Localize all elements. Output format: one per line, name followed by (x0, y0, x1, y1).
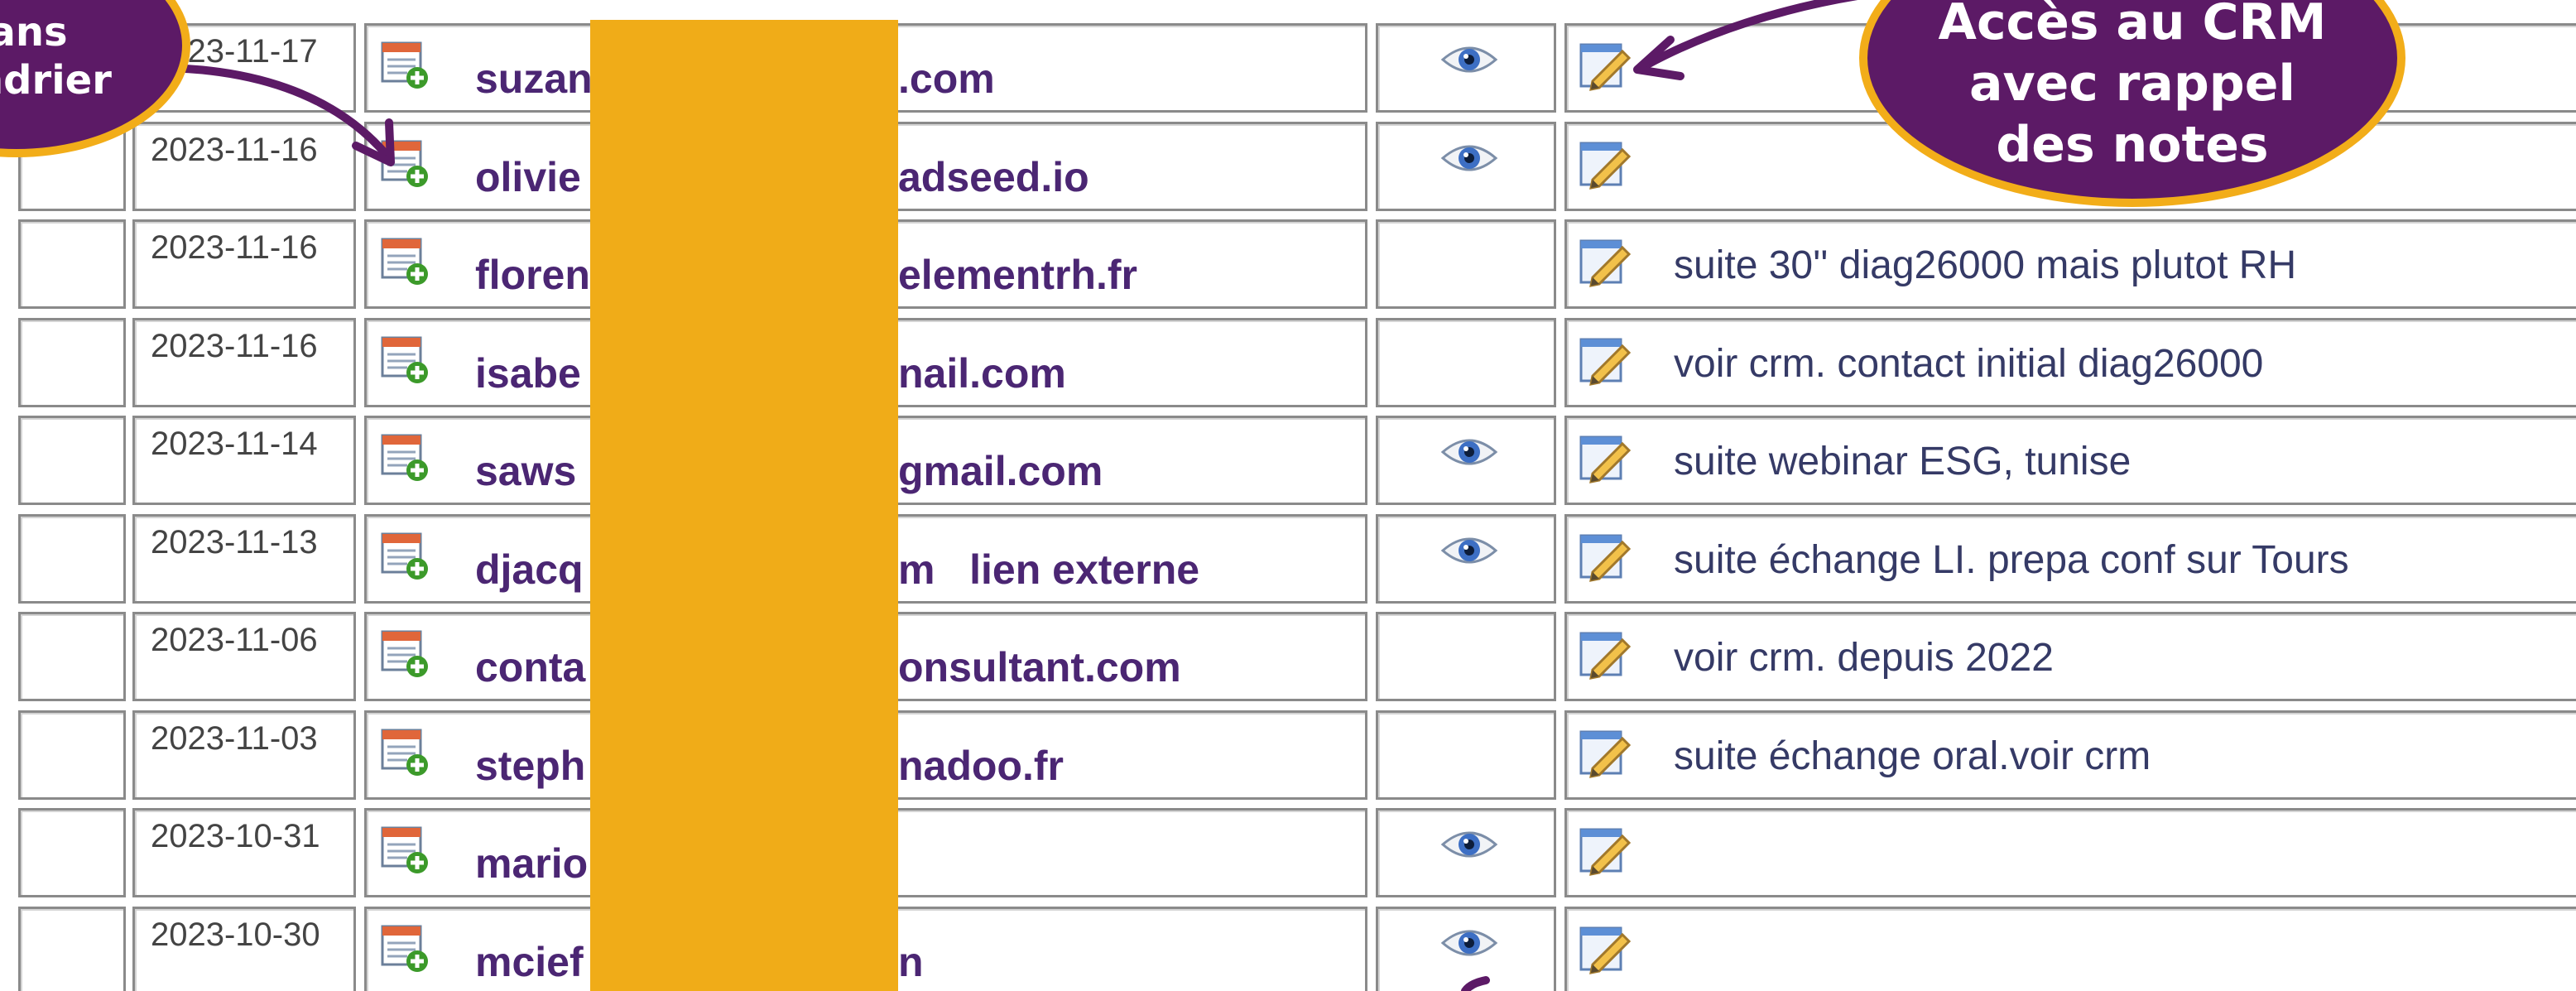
callout-line: des notes (1996, 116, 2269, 174)
arrow-bottom (1461, 976, 1490, 991)
crm-contact-table-screenshot: 2023-11-17 suzan .com 2023-11-16 olivie adsee… (0, 0, 2576, 991)
callout-line: avec rappel (1969, 55, 2295, 113)
callout-line: Accès au CRM (1938, 0, 2327, 51)
arrow-to-crm (1643, 0, 1858, 69)
callout-line: ndrier (0, 57, 112, 103)
arrow-to-calendar (161, 64, 390, 158)
callout-line: lans (0, 9, 68, 55)
